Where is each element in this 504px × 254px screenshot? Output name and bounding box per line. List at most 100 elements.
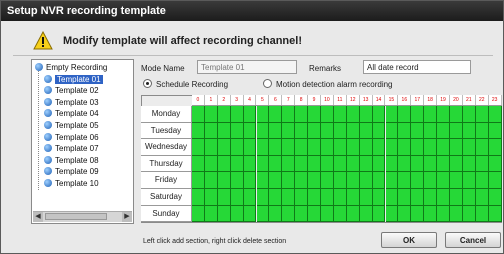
schedule-cell[interactable] xyxy=(359,139,373,156)
schedule-cell[interactable] xyxy=(192,189,205,206)
schedule-cell[interactable] xyxy=(204,172,218,189)
schedule-cell[interactable] xyxy=(243,155,257,173)
schedule-cell[interactable] xyxy=(321,155,334,173)
schedule-cell[interactable] xyxy=(411,189,425,206)
schedule-cell[interactable] xyxy=(372,205,386,223)
schedule-cell[interactable] xyxy=(462,189,476,206)
schedule-cell[interactable] xyxy=(359,205,373,223)
schedule-cell[interactable] xyxy=(256,139,270,156)
schedule-cell[interactable] xyxy=(411,205,425,223)
schedule-cell[interactable] xyxy=(437,122,450,140)
schedule-cell[interactable] xyxy=(243,139,257,156)
schedule-cell[interactable] xyxy=(204,155,218,173)
schedule-cell[interactable] xyxy=(308,172,321,189)
schedule-cell[interactable] xyxy=(475,189,489,206)
template-item[interactable]: Template 08 xyxy=(44,155,99,166)
schedule-cell[interactable] xyxy=(256,106,270,123)
schedule-cell[interactable] xyxy=(243,205,257,223)
schedule-cell[interactable] xyxy=(321,172,334,189)
schedule-cell[interactable] xyxy=(346,205,360,223)
scroll-right-arrow-icon[interactable]: ▶ xyxy=(122,212,132,222)
schedule-cell[interactable] xyxy=(475,155,489,173)
schedule-cell[interactable] xyxy=(333,106,347,123)
schedule-cell[interactable] xyxy=(372,189,386,206)
schedule-cell[interactable] xyxy=(372,155,386,173)
schedule-cell[interactable] xyxy=(450,172,463,189)
schedule-cell[interactable] xyxy=(282,155,296,173)
schedule-cell[interactable] xyxy=(192,106,205,123)
schedule-cell[interactable] xyxy=(411,155,425,173)
schedule-cell[interactable] xyxy=(346,139,360,156)
schedule-cell[interactable] xyxy=(398,172,412,189)
schedule-cell[interactable] xyxy=(424,205,438,223)
schedule-cell[interactable] xyxy=(488,189,502,206)
schedule-cell[interactable] xyxy=(346,189,360,206)
schedule-cell[interactable] xyxy=(269,106,283,123)
schedule-cell[interactable] xyxy=(256,122,270,140)
schedule-cell[interactable] xyxy=(192,205,205,223)
tree-horizontal-scrollbar[interactable]: ◀ ▶ xyxy=(33,211,132,222)
schedule-cell[interactable] xyxy=(217,139,231,156)
schedule-cell[interactable] xyxy=(488,205,502,223)
ok-button[interactable]: OK xyxy=(381,232,437,248)
schedule-cell[interactable] xyxy=(204,205,218,223)
schedule-cell[interactable] xyxy=(230,172,244,189)
schedule-cell[interactable] xyxy=(359,106,373,123)
schedule-cell[interactable] xyxy=(295,106,309,123)
schedule-cell[interactable] xyxy=(372,106,386,123)
remarks-input[interactable]: All date record xyxy=(363,60,471,74)
mode-name-input[interactable]: Template 01 xyxy=(197,60,297,74)
schedule-cell[interactable] xyxy=(346,106,360,123)
schedule-cell[interactable] xyxy=(437,139,450,156)
schedule-cell[interactable] xyxy=(230,205,244,223)
schedule-cell[interactable] xyxy=(475,205,489,223)
template-item[interactable]: Template 04 xyxy=(44,108,99,119)
schedule-cell[interactable] xyxy=(282,172,296,189)
schedule-cell[interactable] xyxy=(333,139,347,156)
schedule-cell[interactable] xyxy=(424,139,438,156)
schedule-cell[interactable] xyxy=(295,189,309,206)
template-item[interactable]: Template 10 xyxy=(44,178,99,189)
schedule-cell[interactable] xyxy=(333,189,347,206)
schedule-cell[interactable] xyxy=(295,205,309,223)
schedule-cell[interactable] xyxy=(385,189,399,206)
radio-selected-icon[interactable] xyxy=(143,79,152,88)
schedule-cell[interactable] xyxy=(269,205,283,223)
schedule-cell[interactable] xyxy=(475,172,489,189)
schedule-cell[interactable] xyxy=(359,122,373,140)
schedule-cell[interactable] xyxy=(217,205,231,223)
schedule-cell[interactable] xyxy=(308,106,321,123)
schedule-cell[interactable] xyxy=(372,139,386,156)
schedule-cell[interactable] xyxy=(204,139,218,156)
schedule-cell[interactable] xyxy=(398,106,412,123)
schedule-cell[interactable] xyxy=(269,155,283,173)
schedule-cell[interactable] xyxy=(321,205,334,223)
schedule-cell[interactable] xyxy=(450,139,463,156)
schedule-cell[interactable] xyxy=(450,205,463,223)
schedule-cell[interactable] xyxy=(385,172,399,189)
schedule-recording-radio[interactable]: Schedule Recording xyxy=(143,79,228,89)
template-item[interactable]: Template 03 xyxy=(44,97,99,108)
schedule-cell[interactable] xyxy=(282,122,296,140)
schedule-cell[interactable] xyxy=(217,106,231,123)
schedule-cell[interactable] xyxy=(450,106,463,123)
schedule-cell[interactable] xyxy=(488,122,502,140)
schedule-cell[interactable] xyxy=(411,106,425,123)
schedule-cell[interactable] xyxy=(295,139,309,156)
schedule-cell[interactable] xyxy=(385,205,399,223)
schedule-cell[interactable] xyxy=(192,172,205,189)
schedule-cell[interactable] xyxy=(398,189,412,206)
schedule-cell[interactable] xyxy=(346,155,360,173)
scroll-thumb[interactable] xyxy=(45,213,107,220)
schedule-cell[interactable] xyxy=(398,155,412,173)
schedule-cell[interactable] xyxy=(269,122,283,140)
schedule-cell[interactable] xyxy=(488,172,502,189)
schedule-cell[interactable] xyxy=(308,155,321,173)
schedule-cell[interactable] xyxy=(269,139,283,156)
schedule-cell[interactable] xyxy=(462,122,476,140)
schedule-cell[interactable] xyxy=(295,172,309,189)
schedule-cell[interactable] xyxy=(204,122,218,140)
schedule-cell[interactable] xyxy=(462,155,476,173)
schedule-cell[interactable] xyxy=(333,155,347,173)
schedule-cell[interactable] xyxy=(230,122,244,140)
